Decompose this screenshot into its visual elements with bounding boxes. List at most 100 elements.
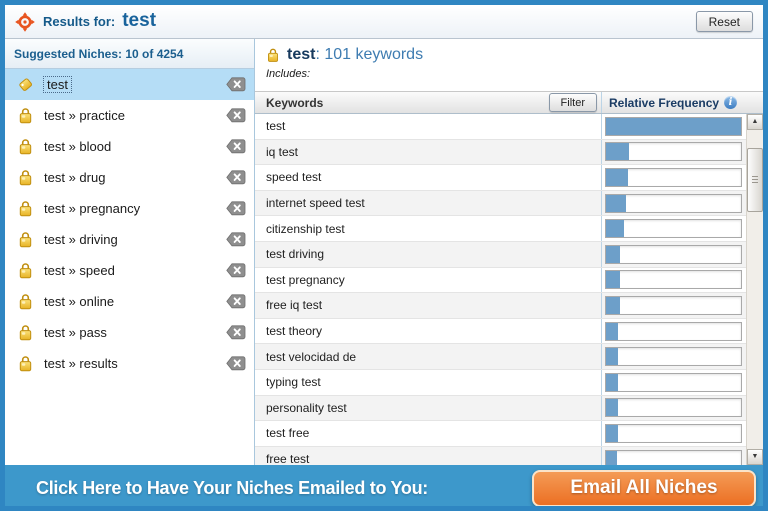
table-header: Keywords Filter Relative Frequency i [255,91,763,114]
frequency-bar [605,372,742,392]
keywords-header-label: Keywords [266,95,324,110]
niche-item[interactable]: test » online [5,286,254,317]
keyword-cell: citizenship test [255,216,602,241]
keyword-row[interactable]: test free [255,421,746,447]
reset-button[interactable]: Reset [695,11,753,32]
remove-niche-icon[interactable] [226,232,246,247]
keyword-row[interactable]: test velocidad de [255,344,746,370]
frequency-cell [602,140,746,165]
remove-niche-icon[interactable] [226,356,246,371]
niche-item[interactable]: test » speed [5,255,254,286]
frequency-cell [602,191,746,216]
keyword-row[interactable]: free iq test [255,293,746,319]
remove-niche-icon[interactable] [226,201,246,216]
niche-item[interactable]: test [5,69,254,100]
email-all-niches-button[interactable]: Email All Niches [532,469,756,506]
keyword-row[interactable]: test driving [255,241,746,268]
filter-button[interactable]: Filter [548,93,597,112]
niche-label: test » driving [44,232,118,247]
frequency-cell [602,344,746,369]
niche-item[interactable]: test » driving [5,224,254,255]
frequency-bar [605,449,742,465]
keyword-row[interactable]: citizenship test [255,216,746,242]
keyword-row[interactable]: personality test [255,395,746,422]
bag-icon [17,138,34,155]
remove-niche-icon[interactable] [226,139,246,154]
niche-item[interactable]: test » pass [5,317,254,348]
frequency-bar [605,142,742,162]
info-icon[interactable]: i [724,96,738,109]
niche-label: test » pass [44,325,107,340]
keyword-count: : 101 keywords [315,46,424,63]
niche-label: test » online [44,294,115,309]
frequency-cell [602,216,746,241]
frequency-cell [602,114,746,139]
remove-niche-icon[interactable] [226,170,246,185]
scroll-down-button[interactable]: ▼ [747,449,763,465]
content-area: Suggested Niches: 10 of 4254 test test » … [5,39,763,465]
keyword-cell: free test [255,446,602,465]
keyword-cell: test velocidad de [255,344,602,369]
frequency-cell [602,396,746,421]
email-banner-message: Click Here to Have Your Niches Emailed t… [36,477,428,498]
keywords-panel: test : 101 keywords Includes: Keywords F… [255,39,763,465]
keywords-column-header: Keywords Filter [255,92,602,113]
suggested-niches-header: Suggested Niches: 10 of 4254 [5,39,254,69]
remove-niche-icon[interactable] [226,294,246,309]
niche-item[interactable]: test » blood [5,131,254,162]
keyword-row[interactable]: typing test [255,369,746,396]
niche-item[interactable]: test » pregnancy [5,193,254,224]
keyword-list-area: test iq test speed test internet speed test… [255,114,763,465]
keyword-cell: typing test [255,369,602,395]
frequency-bar [605,116,742,136]
remove-niche-icon[interactable] [226,77,246,92]
niche-item[interactable]: test » practice [5,100,254,131]
remove-niche-icon[interactable] [226,325,246,340]
keyword-rows: test iq test speed test internet speed test… [255,114,746,465]
keyword-cell: test [255,114,602,139]
keyword-cell: test free [255,421,602,446]
bag-icon [17,293,34,310]
keyword-cell: test driving [255,241,602,267]
includes-label: Includes: [266,68,311,80]
bag-icon [17,169,34,186]
niche-list: test test » practice test » blood test » dr… [5,69,254,379]
frequency-cell [602,268,746,293]
niche-label: test » drug [44,170,106,185]
niche-label: test » pregnancy [44,201,141,216]
keyword-row[interactable]: test [255,114,746,140]
frequency-cell [602,293,746,318]
keyword-row[interactable]: test theory [255,318,746,345]
search-query-text: test [122,9,157,31]
keywords-panel-title: test : 101 keywords [266,46,763,64]
frequency-bar [605,295,742,315]
keyword-row[interactable]: iq test [255,139,746,166]
keywords-panel-header: test : 101 keywords Includes: [255,39,763,91]
frequency-bar [605,244,742,264]
scroll-up-button[interactable]: ▲ [747,114,763,130]
keyword-cell: internet speed test [255,190,602,216]
frequency-bar [605,423,742,443]
remove-niche-icon[interactable] [226,263,246,278]
keyword-row[interactable]: test pregnancy [255,267,746,294]
frequency-bar [605,398,742,418]
bag-icon [17,355,34,372]
vertical-scrollbar[interactable]: ▲ ▼ [746,114,763,465]
niche-label: test [43,76,72,93]
frequency-bar [605,347,742,367]
frequency-bar [605,270,742,290]
niche-item[interactable]: test » results [5,348,254,379]
bag-icon [266,47,280,63]
niche-item[interactable]: test » drug [5,162,254,193]
frequency-cell [602,242,746,267]
keyword-cell: personality test [255,395,602,421]
remove-niche-icon[interactable] [226,108,246,123]
bag-icon [17,262,34,279]
keyword-cell: iq test [255,139,602,165]
frequency-bar [605,193,742,213]
keyword-row[interactable]: speed test [255,165,746,191]
keyword-row[interactable]: free test [255,446,746,465]
keyword-cell: test pregnancy [255,267,602,293]
scrollbar-thumb[interactable] [747,148,763,212]
keyword-row[interactable]: internet speed test [255,190,746,217]
